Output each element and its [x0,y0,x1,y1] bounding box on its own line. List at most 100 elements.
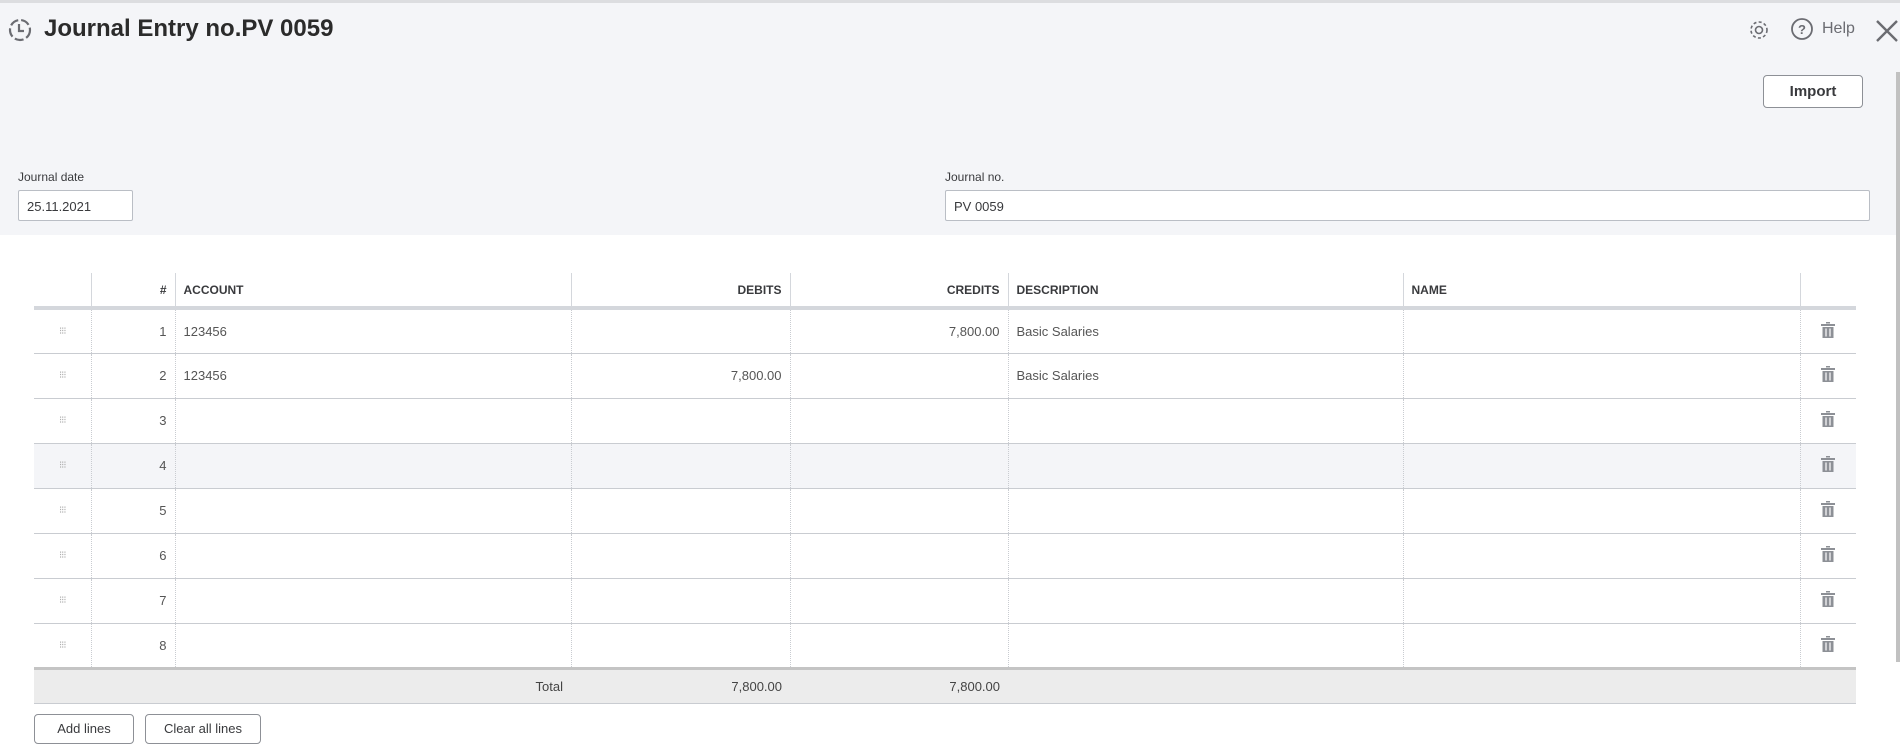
drag-handle-icon[interactable]: ⁝⁝⁝ [34,353,91,399]
description-cell[interactable] [1007,398,1403,444]
description-cell[interactable] [1007,488,1403,534]
line-number: 5 [90,488,175,534]
journal-lines-table: # ACCOUNT DEBITS CREDITS DESCRIPTION NAM… [34,273,1856,704]
line-number: 1 [90,308,175,354]
total-debits: 7,800.00 [571,666,790,704]
name-cell[interactable] [1402,353,1800,399]
drag-handle-icon[interactable]: ⁝⁝⁝ [34,488,91,534]
account-cell[interactable] [174,488,571,534]
journal-date-label: Journal date [18,170,85,184]
name-cell[interactable] [1402,308,1800,354]
drag-handle-icon[interactable]: ⁝⁝⁝ [34,398,91,444]
account-cell[interactable]: 123456 [174,353,571,399]
debits-cell[interactable] [570,443,790,489]
total-credits: 7,800.00 [790,666,1008,704]
credits-cell[interactable] [789,533,1008,579]
description-cell[interactable]: Basic Salaries [1007,353,1403,399]
close-icon[interactable] [1875,19,1899,43]
debits-cell[interactable] [570,533,790,579]
table-row: ⁝⁝⁝ 7 [34,578,1856,624]
import-button[interactable]: Import [1763,75,1863,108]
account-cell[interactable] [174,623,571,669]
drag-handle-icon[interactable]: ⁝⁝⁝ [34,308,91,354]
recent-transactions-icon[interactable] [7,17,33,43]
col-name: NAME [1402,273,1800,310]
account-cell[interactable] [174,578,571,624]
line-number: 4 [90,443,175,489]
line-number: 8 [90,623,175,669]
debits-cell[interactable] [570,623,790,669]
journal-no-label: Journal no. [945,170,1005,184]
add-lines-button[interactable]: Add lines [34,714,134,744]
table-row: ⁝⁝⁝ 3 [34,398,1856,444]
drag-handle-icon[interactable]: ⁝⁝⁝ [34,623,91,669]
scrollbar[interactable] [1896,72,1900,662]
col-debits: DEBITS [570,273,790,310]
delete-line-icon[interactable] [1799,398,1856,444]
credits-cell[interactable] [789,578,1008,624]
delete-line-icon[interactable] [1799,533,1856,579]
delete-line-icon[interactable] [1799,443,1856,489]
delete-line-icon[interactable] [1799,308,1856,354]
table-row: ⁝⁝⁝ 5 [34,488,1856,534]
col-description: DESCRIPTION [1007,273,1403,310]
description-cell[interactable]: Basic Salaries [1007,308,1403,354]
account-cell[interactable]: 123456 [174,308,571,354]
description-cell[interactable] [1007,443,1403,489]
delete-line-icon[interactable] [1799,488,1856,534]
debits-cell[interactable]: 7,800.00 [570,353,790,399]
credits-cell[interactable] [789,623,1008,669]
line-number: 6 [90,533,175,579]
name-cell[interactable] [1402,578,1800,624]
drag-handle-icon[interactable]: ⁝⁝⁝ [34,533,91,579]
description-cell[interactable] [1007,533,1403,579]
debits-cell[interactable] [570,488,790,534]
total-row: Total 7,800.00 7,800.00 [34,666,1856,704]
description-cell[interactable] [1007,578,1403,624]
col-account: ACCOUNT [174,273,571,310]
journal-date-input[interactable]: 25.11.2021 [18,190,133,221]
table-row: ⁝⁝⁝ 4 [34,443,1856,489]
table-row: ⁝⁝⁝ 1 123456 7,800.00 Basic Salaries [34,308,1856,354]
delete-line-icon[interactable] [1799,353,1856,399]
credits-cell[interactable] [789,398,1008,444]
name-cell[interactable] [1402,488,1800,534]
col-number: # [90,273,175,310]
table-row: ⁝⁝⁝ 8 [34,623,1856,669]
gear-icon[interactable] [1747,18,1771,42]
account-cell[interactable] [174,533,571,579]
page-title: Journal Entry no.PV 0059 [44,15,334,42]
journal-no-input[interactable]: PV 0059 [945,190,1870,221]
drag-handle-icon[interactable]: ⁝⁝⁝ [34,443,91,489]
drag-handle-icon[interactable]: ⁝⁝⁝ [34,578,91,624]
line-number: 2 [90,353,175,399]
help-label: Help [1822,20,1855,37]
credits-cell[interactable] [789,443,1008,489]
svg-text:?: ? [1798,22,1806,37]
credits-cell[interactable] [789,353,1008,399]
line-number: 7 [90,578,175,624]
help-icon: ? [1791,18,1813,40]
debits-cell[interactable] [570,398,790,444]
name-cell[interactable] [1402,623,1800,669]
name-cell[interactable] [1402,533,1800,579]
col-drag [34,273,91,310]
total-label: Total [175,666,571,704]
delete-line-icon[interactable] [1799,623,1856,669]
delete-line-icon[interactable] [1799,578,1856,624]
header: Journal Entry no.PV 0059 ? Help Import J… [0,0,1900,235]
credits-cell[interactable] [789,488,1008,534]
clear-all-lines-button[interactable]: Clear all lines [145,714,261,744]
description-cell[interactable] [1007,623,1403,669]
name-cell[interactable] [1402,398,1800,444]
account-cell[interactable] [174,443,571,489]
table-row: ⁝⁝⁝ 2 123456 7,800.00 Basic Salaries [34,353,1856,399]
debits-cell[interactable] [570,578,790,624]
debits-cell[interactable] [570,308,790,354]
account-cell[interactable] [174,398,571,444]
name-cell[interactable] [1402,443,1800,489]
table-row: ⁝⁝⁝ 6 [34,533,1856,579]
help-button[interactable]: ? Help [1790,17,1855,41]
credits-cell[interactable]: 7,800.00 [789,308,1008,354]
line-number: 3 [90,398,175,444]
